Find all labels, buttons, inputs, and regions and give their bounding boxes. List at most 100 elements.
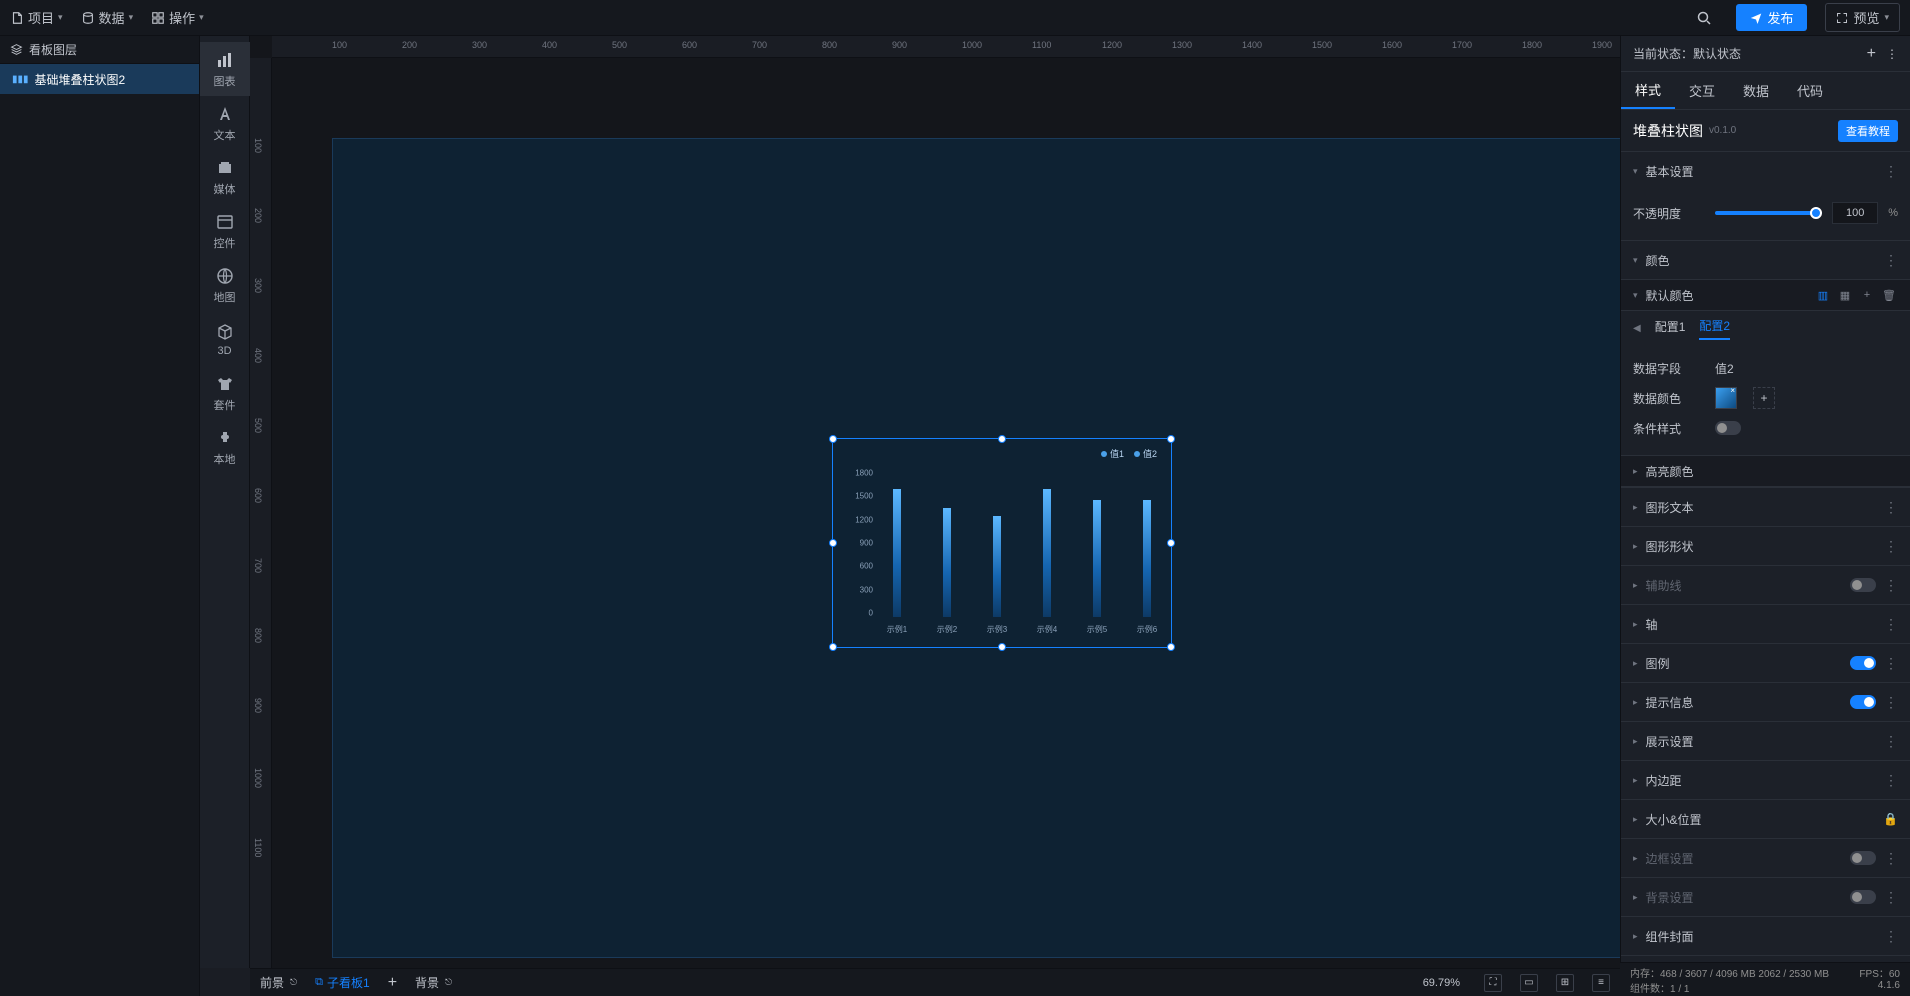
section-graphic-text: ▸图形文本⋮	[1621, 488, 1910, 527]
tooltip-toggle[interactable]	[1850, 695, 1876, 709]
zoom-value: 69.79%	[1423, 977, 1460, 989]
config-tab-1[interactable]: 配置1	[1655, 318, 1686, 339]
tab-style[interactable]: 样式	[1621, 72, 1675, 109]
resize-handle-br[interactable]	[1167, 643, 1175, 651]
more-icon[interactable]: ⋮	[1884, 163, 1898, 180]
more-icon[interactable]: ⋮	[1884, 252, 1898, 269]
opacity-input[interactable]	[1832, 202, 1878, 224]
more-icon[interactable]: ⋮	[1884, 889, 1898, 906]
resize-handle-tm[interactable]	[998, 435, 1006, 443]
grid-toggle-button[interactable]: ⊞	[1556, 974, 1574, 992]
lock-icon[interactable]: 🔒	[1883, 812, 1898, 826]
selected-widget[interactable]: 值1 值2 0300600900120015001800示例1示例2示例3示例4…	[832, 438, 1172, 648]
chevron-right-icon: ▸	[1633, 466, 1638, 477]
state-more-icon[interactable]: ⋮	[1886, 47, 1898, 61]
canvas-inner[interactable]: 值1 值2 0300600900120015001800示例1示例2示例3示例4…	[272, 58, 1620, 968]
tab-code[interactable]: 代码	[1783, 72, 1837, 109]
fit-screen-button[interactable]: ⛶	[1484, 974, 1502, 992]
config-tab-2[interactable]: 配置2	[1699, 317, 1730, 340]
more-icon[interactable]: ⋮	[1884, 655, 1898, 672]
chevron-down-icon: ▾	[1633, 166, 1638, 177]
resize-handle-tr[interactable]	[1167, 435, 1175, 443]
chevron-down-icon: ▾	[129, 12, 134, 23]
legend-toggle[interactable]	[1850, 656, 1876, 670]
chevron-right-icon: ▸	[1633, 775, 1638, 786]
artboard-icon: ⧉	[315, 976, 323, 989]
list-mode-icon[interactable]: ▦	[1836, 286, 1854, 304]
chart-plot	[877, 473, 1155, 617]
add-color-button[interactable]: +	[1753, 387, 1775, 409]
more-icon[interactable]: ⋮	[1884, 772, 1898, 789]
section-border: ▸边框设置⋮	[1621, 839, 1910, 878]
menu-project-label: 项目	[28, 8, 54, 27]
comp-label: 地图	[214, 289, 236, 305]
link-icon: ⎋	[290, 977, 297, 988]
more-icon[interactable]: ⋮	[1884, 733, 1898, 750]
preview-button[interactable]: 预览 ▾	[1825, 3, 1900, 32]
cond-style-toggle[interactable]	[1715, 421, 1741, 435]
actual-size-button[interactable]: ▭	[1520, 974, 1538, 992]
search-icon	[1696, 10, 1712, 26]
tab-data[interactable]: 数据	[1729, 72, 1783, 109]
comp-text[interactable]: 文本	[200, 96, 250, 150]
more-icon[interactable]: ⋮	[1884, 850, 1898, 867]
add-icon[interactable]: +	[1858, 286, 1876, 304]
tab-mode-icon[interactable]: ▥	[1814, 286, 1832, 304]
color-swatch[interactable]	[1715, 387, 1737, 409]
link-icon: ⎋	[445, 977, 452, 988]
more-icon[interactable]: ⋮	[1884, 538, 1898, 555]
delete-icon[interactable]: 🗑	[1880, 286, 1898, 304]
tab-front[interactable]: 前景⎋	[260, 974, 297, 991]
add-state-button[interactable]: +	[1867, 45, 1876, 63]
comp-control[interactable]: 控件	[200, 204, 250, 258]
comp-chart[interactable]: 图表	[200, 42, 250, 96]
guides-toggle[interactable]	[1850, 578, 1876, 592]
sub-header-highlight[interactable]: ▸ 高亮颜色	[1621, 455, 1910, 487]
border-toggle[interactable]	[1850, 851, 1876, 865]
more-icon[interactable]: ⋮	[1884, 616, 1898, 633]
resize-handle-tl[interactable]	[829, 435, 837, 443]
menu-ops[interactable]: 操作 ▾	[151, 8, 204, 27]
comp-local[interactable]: 本地	[200, 420, 250, 474]
tab-bg[interactable]: 背景⎋	[415, 974, 452, 991]
tab-interaction[interactable]: 交互	[1675, 72, 1729, 109]
section-header-basic[interactable]: ▾基本设置⋮	[1621, 152, 1910, 190]
app-version: 4.1.6	[1878, 980, 1900, 995]
more-icon[interactable]: ⋮	[1884, 499, 1898, 516]
tutorial-button[interactable]: 查看教程	[1838, 120, 1898, 142]
slider-knob[interactable]	[1810, 207, 1822, 219]
component-sidebar: 图表 文本 媒体 控件 地图 3D 套件 本地	[200, 36, 250, 968]
opacity-slider[interactable]	[1715, 211, 1822, 215]
resize-handle-lm[interactable]	[829, 539, 837, 547]
resize-handle-bm[interactable]	[998, 643, 1006, 651]
data-field-row: 数据字段 值2	[1633, 353, 1898, 383]
section-header-color[interactable]: ▾颜色⋮	[1621, 241, 1910, 279]
layer-item[interactable]: ▮▮▮ 基础堆叠柱状图2	[0, 64, 199, 94]
resize-handle-rm[interactable]	[1167, 539, 1175, 547]
guides-toggle-button[interactable]: ≡	[1592, 974, 1610, 992]
expand-icon	[1836, 12, 1848, 24]
tab-sub[interactable]: ⧉子看板1	[315, 974, 370, 991]
menu-data[interactable]: 数据 ▾	[81, 8, 134, 27]
more-icon[interactable]: ⋮	[1884, 577, 1898, 594]
publish-button[interactable]: 发布	[1736, 4, 1807, 31]
background-toggle[interactable]	[1850, 890, 1876, 904]
search-button[interactable]	[1690, 4, 1718, 32]
chevron-right-icon: ▸	[1633, 502, 1638, 513]
chart-icon	[215, 50, 235, 70]
more-icon[interactable]: ⋮	[1884, 928, 1898, 945]
media-icon	[215, 158, 235, 178]
comp-kit[interactable]: 套件	[200, 366, 250, 420]
state-value: 默认状态	[1693, 45, 1741, 62]
comp-map[interactable]: 地图	[200, 258, 250, 312]
comp-media[interactable]: 媒体	[200, 150, 250, 204]
canvas[interactable]: 1002003004005006007008009001000110012001…	[250, 36, 1620, 968]
comp-3d[interactable]: 3D	[200, 312, 250, 366]
resize-handle-bl[interactable]	[829, 643, 837, 651]
menu-project[interactable]: 项目 ▾	[10, 8, 63, 27]
prev-config-button[interactable]: ◀	[1633, 323, 1641, 334]
add-tab-button[interactable]: +	[388, 974, 397, 992]
sub-header-default-color[interactable]: ▾ 默认颜色 ▥ ▦ + 🗑	[1621, 279, 1910, 311]
comp-label: 图表	[214, 73, 236, 89]
more-icon[interactable]: ⋮	[1884, 694, 1898, 711]
